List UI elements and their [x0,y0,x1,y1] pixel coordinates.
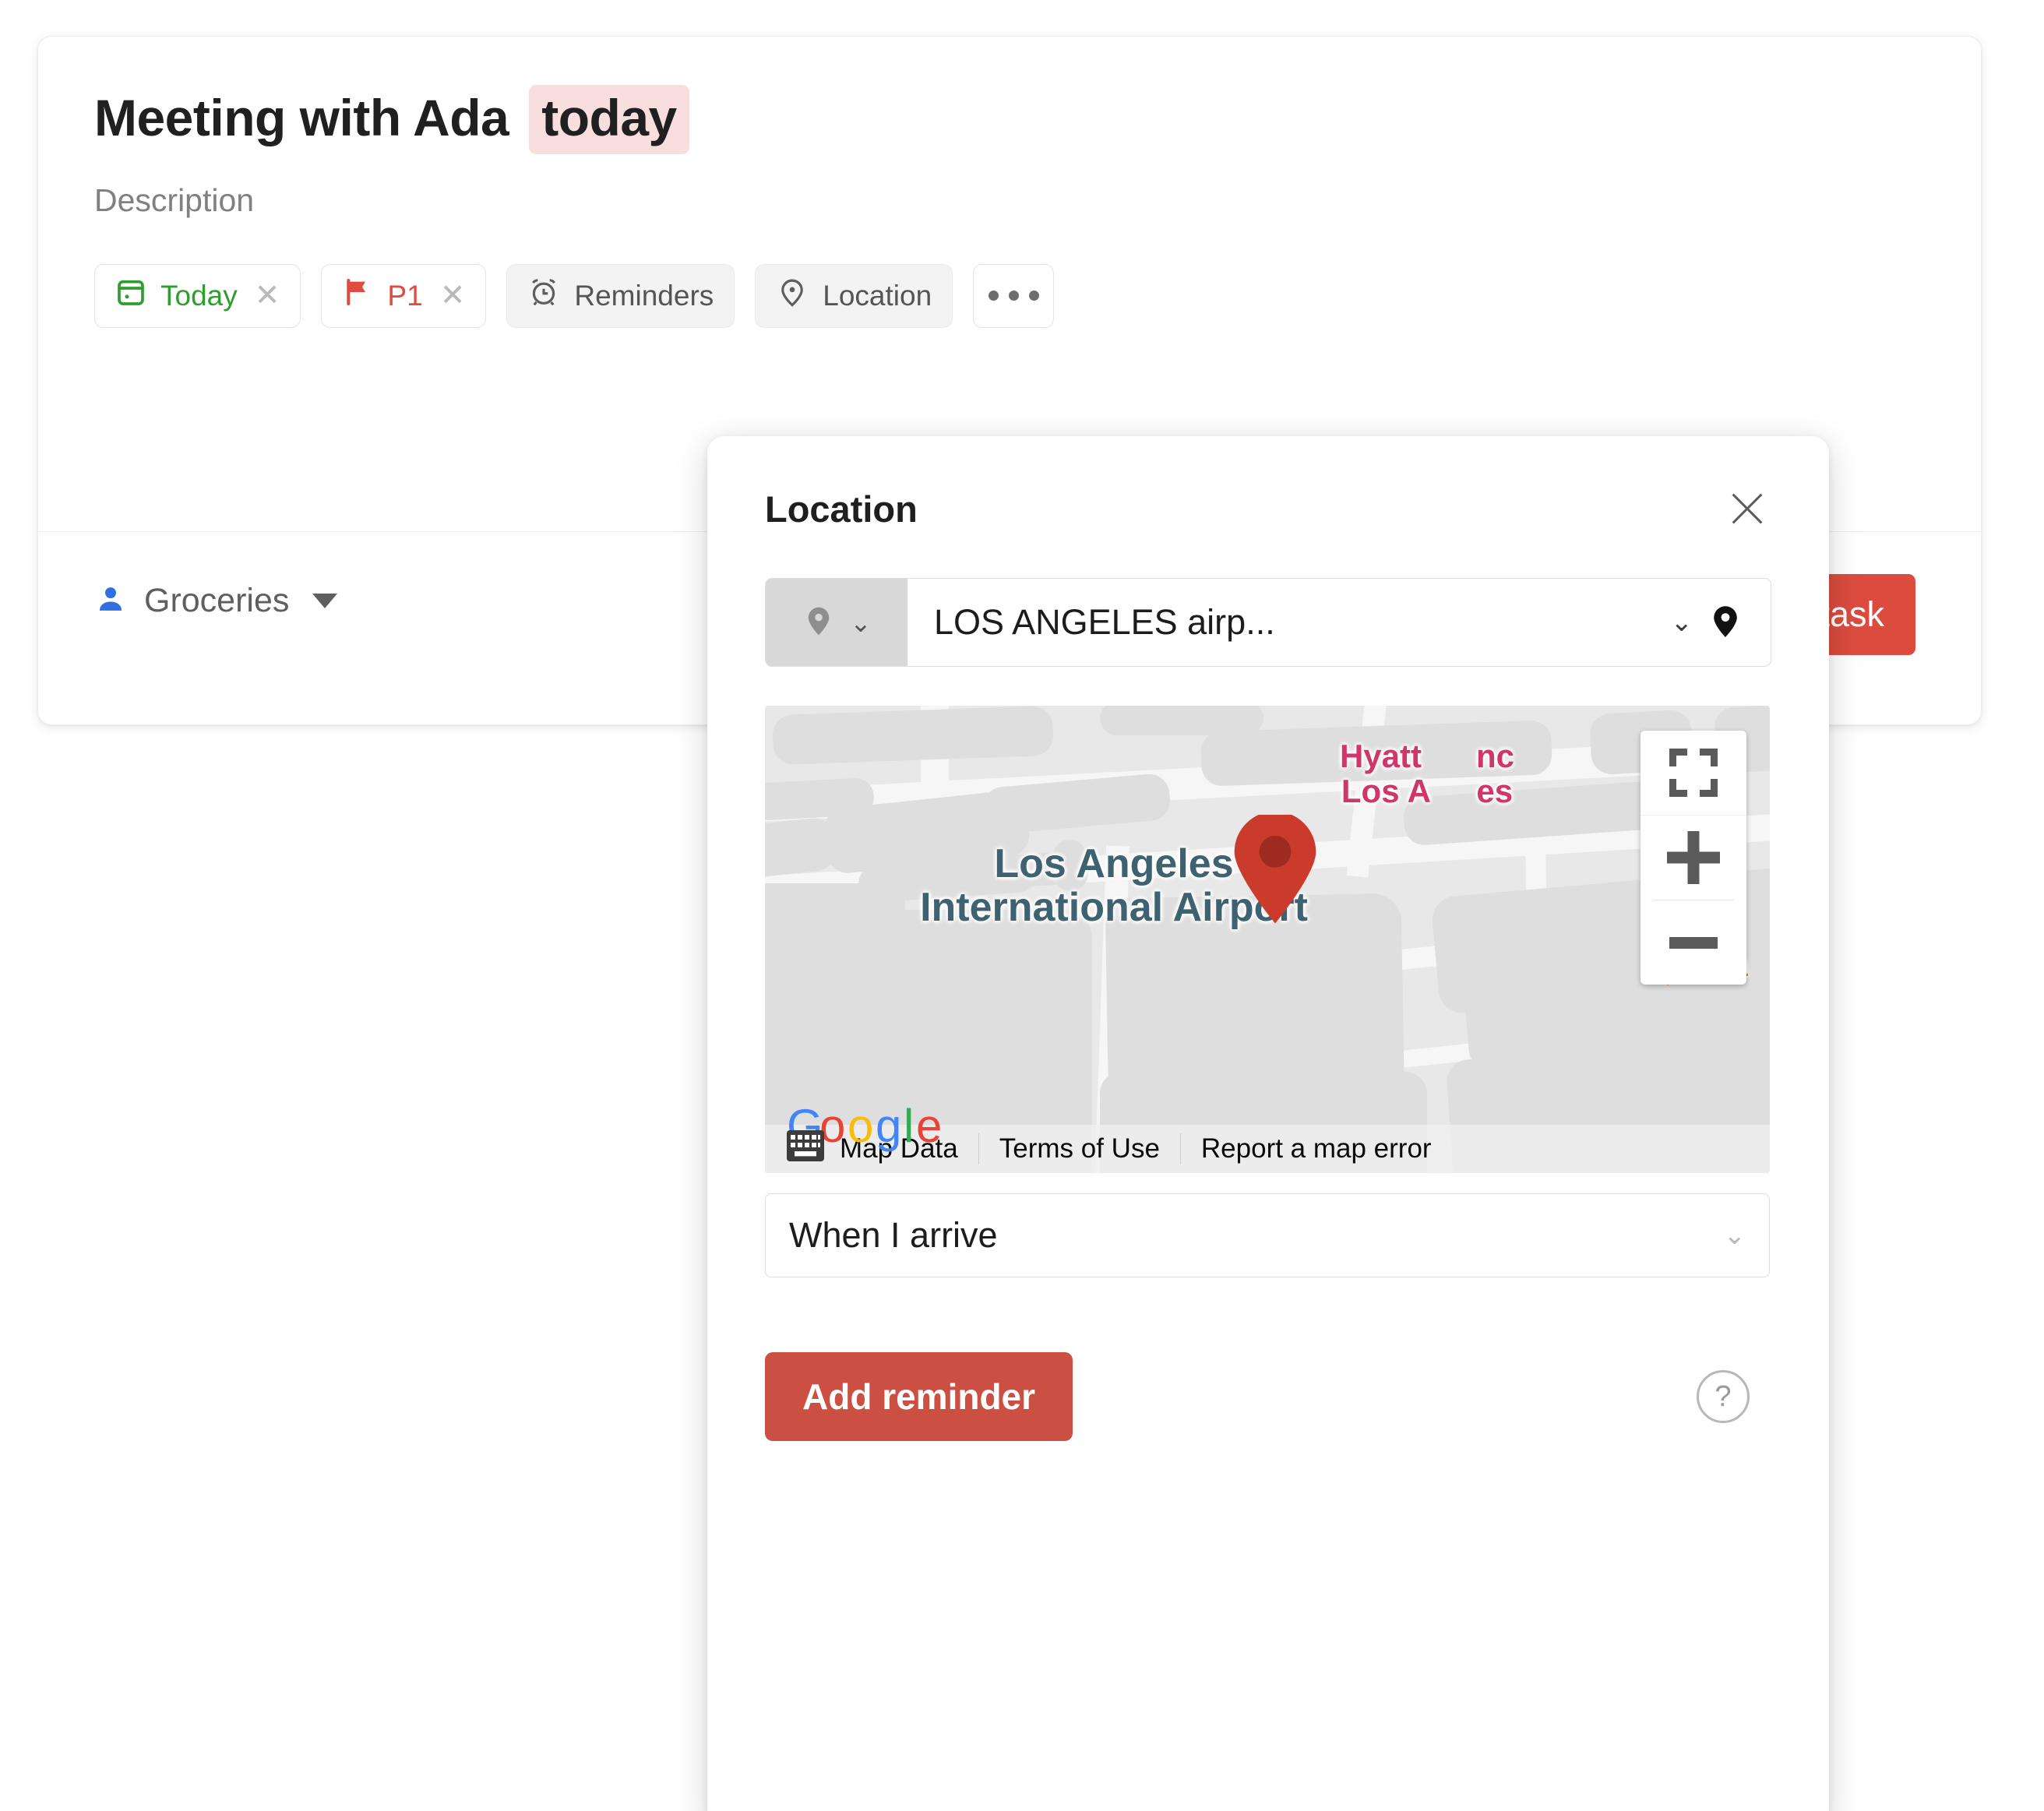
fullscreen-icon[interactable] [1640,731,1746,815]
chip-priority-p1[interactable]: P1 ✕ [321,263,487,328]
chip-date-today[interactable]: Today ✕ [94,263,301,328]
chevron-down-icon: ⌄ [1723,1221,1746,1250]
keyboard-icon[interactable] [785,1129,826,1170]
location-search-value: LOS ANGELES airp... [934,602,1275,642]
help-circle-icon[interactable]: ? [1697,1370,1750,1423]
page-title: Meeting with Ada today [94,85,1925,154]
svg-text:l: l [904,1100,914,1152]
popover-footer: Add reminder ? [765,1352,1771,1441]
description-input[interactable]: Description [94,182,1925,219]
chevron-down-icon: ⌄ [850,608,872,637]
chip-location[interactable]: Location [755,263,953,328]
attribution-report-error[interactable]: Report a map error [1179,1133,1452,1164]
popover-title: Location [765,488,918,530]
chip-date-remove-icon[interactable]: ✕ [255,280,280,311]
zoom-in-icon[interactable] [1640,816,1746,900]
chip-priority-label: P1 [387,279,423,312]
reminder-trigger-select[interactable]: When I arrive ⌄ [765,1193,1770,1277]
svg-text:o: o [848,1100,873,1152]
zoom-out-icon[interactable] [1640,900,1746,985]
assignee-label: Groceries [144,582,290,619]
task-title-text[interactable]: Meeting with Ada [94,90,509,146]
chip-location-label: Location [823,279,932,312]
assignee-selector[interactable]: Groceries [94,582,338,620]
flag-icon [342,277,373,315]
location-map[interactable]: Hyatt ncLos A es Ur ka Los Angeles Inter… [765,706,1770,1173]
chip-more-options[interactable] [973,263,1055,328]
chip-reminders[interactable]: Reminders [506,263,735,328]
popover-header: Location [765,484,1771,533]
chip-priority-remove-icon[interactable]: ✕ [440,280,466,311]
task-attribute-chips: Today ✕ P1 ✕ Reminders Location [94,263,1925,328]
task-title-date-highlight[interactable]: today [529,85,689,154]
location-popover: Location ⌄ LOS ANGELES airp... ⌄ Hyatt n… [707,436,1829,1811]
reminder-trigger-value: When I arrive [789,1215,998,1255]
map-pin-icon [776,276,809,315]
task-card-body: Meeting with Ada today Description Today … [38,37,1981,328]
svg-text:e: e [916,1100,942,1152]
map-pin-black-icon[interactable] [1707,602,1744,643]
chip-reminders-label: Reminders [574,279,714,312]
chevron-down-icon[interactable]: ⌄ [1671,607,1693,638]
map-controls [1640,731,1746,985]
chevron-down-icon [312,594,338,608]
svg-text:g: g [876,1100,901,1152]
ellipsis-icon [988,291,1039,301]
add-reminder-button[interactable]: Add reminder [765,1352,1073,1441]
calendar-icon [115,277,146,315]
attribution-terms-of-use[interactable]: Terms of Use [978,1133,1180,1164]
location-search-input[interactable]: LOS ANGELES airp... ⌄ [907,579,1771,666]
location-type-dropdown[interactable]: ⌄ [766,579,907,666]
location-input-row: ⌄ LOS ANGELES airp... ⌄ [765,578,1771,667]
map-pin-grey-icon [802,604,836,642]
avatar-person-icon [94,583,127,619]
close-icon[interactable] [1723,484,1771,533]
chip-date-label: Today [160,279,238,312]
screen-root: Meeting with Ada today Description Today … [0,0,2044,1811]
alarm-clock-icon [527,276,560,315]
map-location-pin [1232,811,1318,925]
